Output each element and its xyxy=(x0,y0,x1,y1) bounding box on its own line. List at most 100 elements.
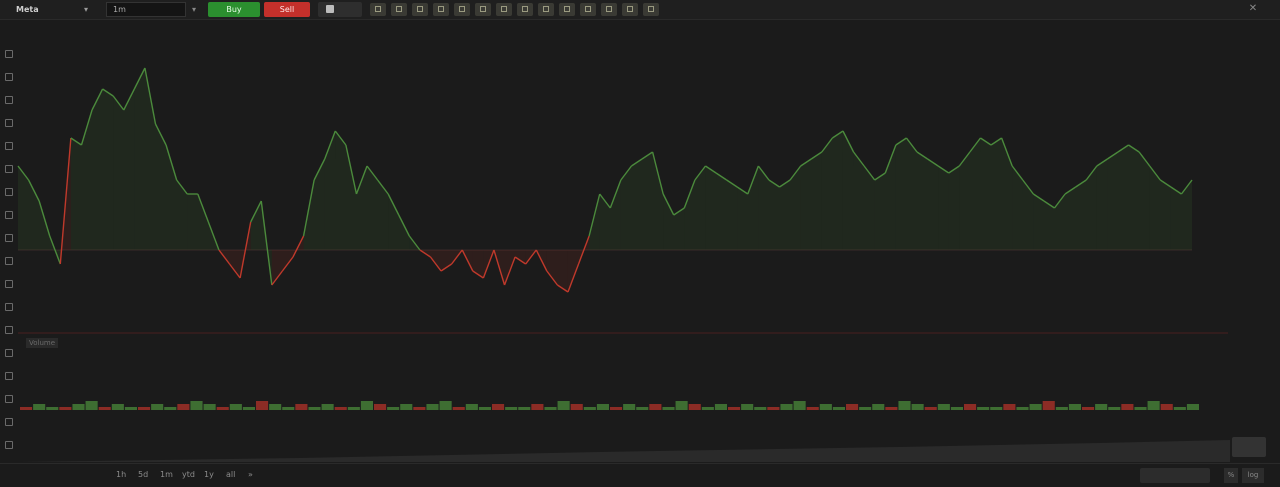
timeframe-button[interactable]: » xyxy=(248,470,253,479)
volume-bar xyxy=(544,407,557,410)
area-fill xyxy=(684,180,695,250)
volume-bar xyxy=(374,404,387,410)
price-chart[interactable] xyxy=(0,0,1280,463)
volume-bar xyxy=(426,404,439,410)
volume-bar xyxy=(950,407,963,410)
area-fill xyxy=(1170,187,1182,250)
area-fill xyxy=(1096,159,1108,250)
area-fill xyxy=(1160,180,1171,250)
log-toggle[interactable]: log xyxy=(1242,468,1264,483)
area-fill xyxy=(1054,194,1066,250)
area-fill xyxy=(102,89,114,250)
area-fill xyxy=(980,138,992,250)
volume-bar xyxy=(977,407,990,410)
area-fill xyxy=(123,89,135,250)
volume-bar xyxy=(741,404,754,410)
volume-bar xyxy=(46,407,59,410)
volume-bar xyxy=(1003,404,1016,410)
area-fill xyxy=(176,180,188,250)
area-fill xyxy=(821,138,833,250)
volume-bar xyxy=(33,404,46,410)
area-fill xyxy=(811,152,822,250)
volume-bar xyxy=(806,407,819,410)
volume-bar xyxy=(1186,404,1199,410)
area-fill xyxy=(991,138,1002,250)
volume-bar xyxy=(452,407,465,410)
area-fill xyxy=(134,68,145,250)
area-fill xyxy=(187,194,198,250)
area-fill xyxy=(642,152,653,250)
area-fill xyxy=(324,131,336,250)
area-fill xyxy=(271,250,283,285)
area-fill xyxy=(335,131,346,250)
volume-bar xyxy=(1160,404,1173,410)
volume-bar xyxy=(59,407,72,410)
volume-bar xyxy=(1108,407,1121,410)
volume-bar xyxy=(531,404,544,410)
area-fill xyxy=(229,250,241,278)
area-fill xyxy=(959,152,970,250)
timeframe-button[interactable]: 1h xyxy=(116,470,126,479)
area-fill xyxy=(1022,180,1034,250)
volume-bar xyxy=(164,407,177,410)
timeframe-button[interactable]: 1m xyxy=(160,470,173,479)
volume-bar xyxy=(1016,407,1029,410)
area-fill xyxy=(1181,180,1192,250)
volume-bar xyxy=(557,401,570,410)
area-fill xyxy=(515,250,526,264)
area-fill xyxy=(1128,145,1140,250)
volume-bar xyxy=(360,401,373,410)
volume-bar xyxy=(242,407,255,410)
volume-bar xyxy=(570,404,583,410)
volume-bar xyxy=(1095,404,1108,410)
volume-bar xyxy=(478,407,491,410)
volume-bar xyxy=(518,407,531,410)
volume-bar xyxy=(387,407,400,410)
volume-bar xyxy=(701,407,714,410)
volume-bar xyxy=(1082,407,1095,410)
area-fill xyxy=(81,110,93,250)
bottom-toolbar: 1h 5d 1m ytd 1y all » % log xyxy=(0,463,1280,487)
area-fill xyxy=(314,159,325,250)
volume-bar xyxy=(832,407,845,410)
volume-bar xyxy=(911,404,924,410)
area-fill xyxy=(1075,180,1087,250)
volume-bar xyxy=(111,404,124,410)
volume-bar xyxy=(583,407,596,410)
volume-bar xyxy=(203,404,216,410)
volume-bar xyxy=(1134,407,1147,410)
area-fill xyxy=(1107,152,1118,250)
timeframe-button[interactable]: ytd xyxy=(182,470,195,479)
percent-toggle[interactable]: % xyxy=(1224,468,1238,483)
timeframe-button[interactable]: 5d xyxy=(138,470,148,479)
area-fill xyxy=(705,166,717,250)
area-fill xyxy=(1139,152,1150,250)
area-fill xyxy=(969,138,981,250)
area-fill xyxy=(874,173,886,250)
area-fill xyxy=(92,89,103,250)
timeframe-button[interactable]: all xyxy=(226,470,235,479)
area-fill xyxy=(599,194,611,250)
volume-bar xyxy=(190,401,203,410)
area-fill xyxy=(567,250,579,292)
volume-bar xyxy=(1121,404,1134,410)
area-fill xyxy=(895,138,907,250)
volume-bar xyxy=(885,407,898,410)
area-fill xyxy=(631,159,643,250)
volume-bar xyxy=(177,404,190,410)
range-dropdown[interactable] xyxy=(1140,468,1210,483)
area-fill xyxy=(652,152,664,250)
volume-bar xyxy=(688,404,701,410)
area-fill xyxy=(927,159,939,250)
volume-bar xyxy=(72,404,85,410)
volume-bar xyxy=(138,407,151,410)
volume-bar xyxy=(505,407,518,410)
volume-bar xyxy=(714,404,727,410)
volume-bar xyxy=(859,407,872,410)
volume-bar xyxy=(229,404,242,410)
area-fill xyxy=(1001,138,1013,250)
volume-bar xyxy=(898,401,911,410)
navigator-area xyxy=(18,440,1230,462)
timeframe-button[interactable]: 1y xyxy=(204,470,214,479)
volume-bar xyxy=(124,407,137,410)
